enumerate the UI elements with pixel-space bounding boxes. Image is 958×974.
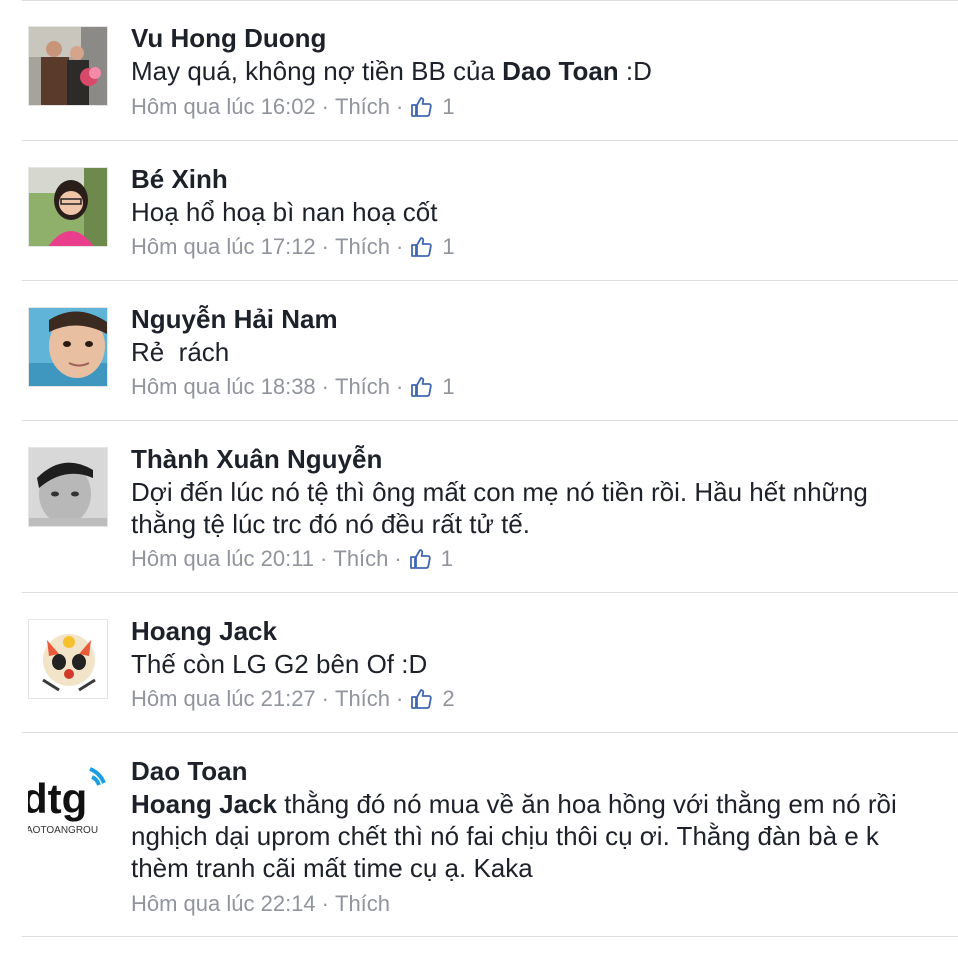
dtg-logo-avatar[interactable]: dtg AOTOANGROU (28, 759, 108, 839)
boy-selfie-avatar[interactable] (28, 307, 108, 387)
thumbs-up-icon[interactable] (409, 235, 433, 259)
like-link[interactable]: Thích (335, 889, 390, 919)
comment-text: Dợi đến lúc nó tệ thì ông mất con mẹ nó … (131, 477, 868, 539)
like-link[interactable]: Thích (335, 232, 390, 262)
comment-meta: Hôm qua lúc 20:11 · Thích · 1 (131, 544, 453, 574)
divider (22, 936, 958, 937)
thumbs-up-icon[interactable] (409, 95, 433, 119)
comment-text: Hoạ hổ hoạ bì nan hoạ cốt (131, 197, 438, 227)
like-count[interactable]: 1 (442, 92, 454, 122)
commenter-name[interactable]: Hoang Jack (131, 615, 277, 647)
bw-selfie-avatar[interactable] (28, 447, 108, 527)
comment: Nguyễn Hải Nam Rẻ rách Hôm qua lúc 18:38… (0, 281, 958, 421)
cartoon-avatar[interactable] (28, 619, 108, 699)
comment-text: Hoang Jack thằng đó nó mua về ăn hoa hồn… (131, 789, 897, 883)
comment: Vu Hong Duong May quá, không nợ tiền BB … (0, 0, 958, 141)
svg-text:AOTOANGROU: AOTOANGROU (28, 825, 98, 836)
comment-meta: Hôm qua lúc 21:27 · Thích · 2 (131, 684, 455, 714)
comment-meta: Hôm qua lúc 16:02 · Thích · 1 (131, 92, 455, 122)
timestamp[interactable]: Hôm qua lúc 21:27 (131, 684, 316, 714)
comment-meta: Hôm qua lúc 17:12 · Thích · 1 (131, 232, 455, 262)
like-link[interactable]: Thích (335, 92, 390, 122)
timestamp[interactable]: Hôm qua lúc 18:38 (131, 372, 316, 402)
like-count[interactable]: 2 (442, 684, 454, 714)
timestamp[interactable]: Hôm qua lúc 16:02 (131, 92, 316, 122)
girl-photo-avatar[interactable] (28, 167, 108, 247)
thumbs-up-icon[interactable] (409, 687, 433, 711)
comment-text: May quá, không nợ tiền BB của Dao Toan :… (131, 56, 652, 86)
timestamp[interactable]: Hôm qua lúc 17:12 (131, 232, 316, 262)
comment: dtg AOTOANGROU Dao Toan Hoang Jack thằng… (0, 733, 958, 937)
like-link[interactable]: Thích (333, 544, 388, 574)
commenter-name[interactable]: Vu Hong Duong (131, 22, 326, 54)
comment: Thành Xuân Nguyễn Dợi đến lúc nó tệ thì … (0, 421, 958, 593)
commenter-name[interactable]: Dao Toan (131, 755, 248, 787)
timestamp[interactable]: Hôm qua lúc 22:14 (131, 889, 316, 919)
like-count[interactable]: 1 (442, 372, 454, 402)
thumbs-up-icon[interactable] (409, 375, 433, 399)
comment-meta: Hôm qua lúc 18:38 · Thích · 1 (131, 372, 455, 402)
like-link[interactable]: Thích (335, 684, 390, 714)
mention-link[interactable]: Hoang Jack (131, 789, 277, 819)
commenter-name[interactable]: Thành Xuân Nguyễn (131, 443, 382, 475)
mention-link[interactable]: Dao Toan (502, 56, 619, 86)
comment-text: Rẻ rách (131, 337, 230, 367)
like-count[interactable]: 1 (442, 232, 454, 262)
comment-meta: Hôm qua lúc 22:14 · Thích (131, 889, 390, 919)
commenter-name[interactable]: Bé Xinh (131, 163, 228, 195)
comment: Bé Xinh Hoạ hổ hoạ bì nan hoạ cốt Hôm qu… (0, 141, 958, 281)
svg-text:dtg: dtg (28, 775, 87, 822)
comment-text: Thế còn LG G2 bên Of :D (131, 649, 428, 679)
like-link[interactable]: Thích (335, 372, 390, 402)
couple-photo-avatar[interactable] (28, 26, 108, 106)
thumbs-up-icon[interactable] (408, 547, 432, 571)
commenter-name[interactable]: Nguyễn Hải Nam (131, 303, 338, 335)
timestamp[interactable]: Hôm qua lúc 20:11 (131, 544, 314, 574)
comment: Hoang Jack Thế còn LG G2 bên Of :D Hôm q… (0, 593, 958, 733)
like-count[interactable]: 1 (441, 544, 453, 574)
